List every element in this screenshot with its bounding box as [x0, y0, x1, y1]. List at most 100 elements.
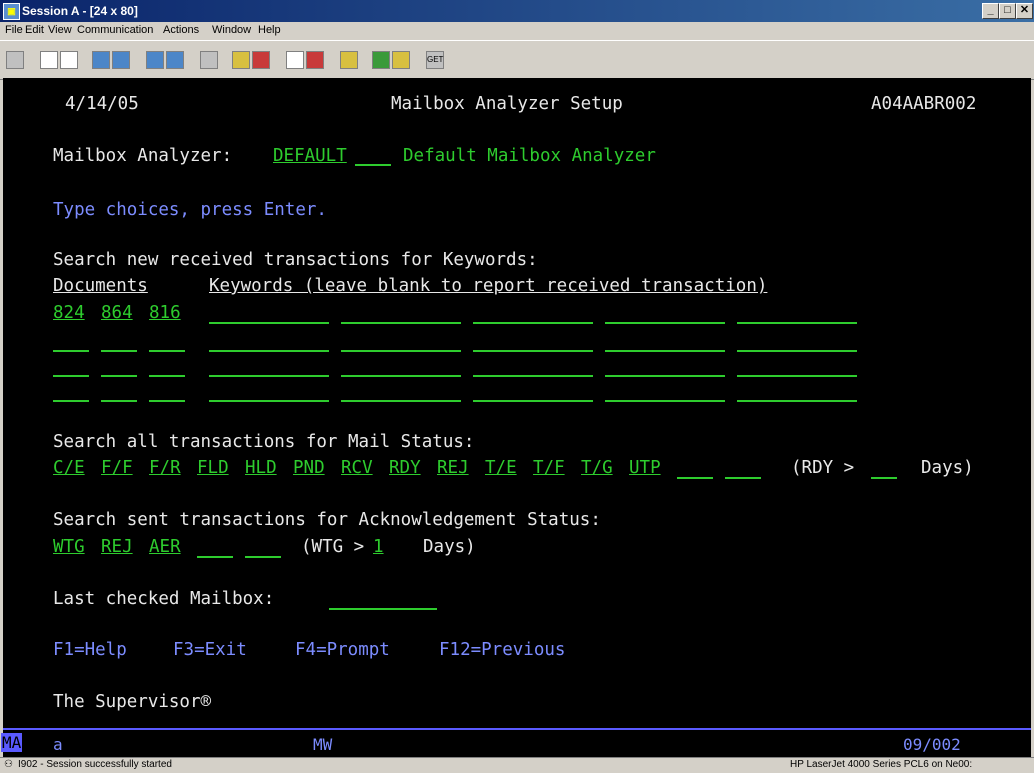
send-file-icon[interactable] [92, 51, 110, 69]
ack-status-field[interactable]: WTG [53, 537, 85, 557]
input-field[interactable] [245, 556, 281, 558]
cursor-position: 09/002 [903, 735, 961, 754]
mail-status-field[interactable]: RCV [341, 458, 373, 478]
mail-status-field[interactable]: UTP [629, 458, 661, 478]
mail-status-field[interactable]: RDY [389, 458, 421, 478]
mail-status-field[interactable]: HLD [245, 458, 277, 478]
input-field[interactable] [341, 400, 461, 402]
receive-file-icon[interactable] [112, 51, 130, 69]
mail-status-field[interactable]: T/G [581, 458, 613, 478]
input-field[interactable] [149, 350, 185, 352]
input-field[interactable] [53, 400, 89, 402]
close-button[interactable]: ✕ [1016, 3, 1033, 19]
display-icon[interactable] [146, 51, 164, 69]
instructions: Type choices, press Enter. [53, 200, 327, 220]
input-field[interactable] [737, 375, 857, 377]
settings-icon[interactable] [392, 51, 410, 69]
analyzer-input[interactable]: DEFAULT [273, 146, 347, 166]
f1-help[interactable]: F1=Help [53, 640, 127, 660]
edit-macro-icon[interactable] [306, 51, 324, 69]
wtg-days-input[interactable]: 1 [373, 537, 384, 557]
clipboard-icon[interactable] [340, 51, 358, 69]
input-field[interactable] [341, 322, 461, 324]
f4-prompt[interactable]: F4=Prompt [295, 640, 390, 660]
minimize-button[interactable]: _ [982, 3, 999, 19]
last-checked-label: Last checked Mailbox: [53, 589, 275, 609]
input-field[interactable] [737, 400, 857, 402]
input-field[interactable] [871, 477, 897, 479]
oia-mode: MA [1, 733, 23, 752]
document-field[interactable]: 864 [101, 303, 133, 323]
menu-help[interactable]: Help [258, 24, 281, 36]
menu-communication[interactable]: Communication [77, 24, 153, 36]
input-field[interactable] [209, 375, 329, 377]
input-field[interactable] [209, 350, 329, 352]
input-field[interactable] [101, 400, 137, 402]
copy-icon[interactable] [40, 51, 58, 69]
mail-status-field[interactable]: T/F [533, 458, 565, 478]
input-field[interactable] [605, 400, 725, 402]
input-field[interactable] [101, 375, 137, 377]
wtg-days-label: Days) [423, 537, 476, 557]
input-field[interactable] [149, 400, 185, 402]
paste-icon[interactable] [60, 51, 78, 69]
input-field[interactable] [605, 322, 725, 324]
printer-status: HP LaserJet 4000 Series PCL6 on Ne00: [790, 759, 973, 770]
ack-status-field[interactable]: REJ [101, 537, 133, 557]
window-title: Session A - [24 x 80] [22, 4, 138, 18]
keyboard-icon[interactable] [166, 51, 184, 69]
mail-status-field[interactable]: T/E [485, 458, 517, 478]
mail-status-field[interactable]: PND [293, 458, 325, 478]
input-field[interactable] [737, 322, 857, 324]
input-field[interactable] [677, 477, 713, 479]
stop-macro-icon[interactable] [252, 51, 270, 69]
input-field[interactable] [53, 350, 89, 352]
mail-status-field[interactable]: F/F [101, 458, 133, 478]
input-field[interactable] [605, 375, 725, 377]
menu-actions[interactable]: Actions [163, 24, 199, 36]
mail-status-field[interactable]: FLD [197, 458, 229, 478]
input-field[interactable] [725, 477, 761, 479]
document-field[interactable]: 816 [149, 303, 181, 323]
input-field[interactable] [329, 608, 437, 610]
analyzer-label: Mailbox Analyzer: [53, 146, 233, 166]
input-field[interactable] [737, 350, 857, 352]
ack-status-field[interactable]: AER [149, 537, 181, 557]
input-field[interactable] [473, 350, 593, 352]
mail-status-field[interactable]: REJ [437, 458, 469, 478]
document-field[interactable]: 824 [53, 303, 85, 323]
input-field[interactable] [341, 375, 461, 377]
menu-view[interactable]: View [48, 24, 72, 36]
print-screen-icon[interactable] [6, 51, 24, 69]
mail-status-field[interactable]: F/R [149, 458, 181, 478]
oia-mw: MW [313, 735, 333, 754]
record-macro-icon[interactable] [232, 51, 250, 69]
input-field[interactable] [473, 400, 593, 402]
f12-previous[interactable]: F12=Previous [439, 640, 565, 660]
menu-window[interactable]: Window [212, 24, 251, 36]
input-field[interactable] [101, 350, 137, 352]
maximize-button[interactable]: □ [999, 3, 1016, 19]
menu-edit[interactable]: Edit [25, 24, 44, 36]
input-field[interactable] [473, 375, 593, 377]
get-button[interactable]: GET [426, 51, 444, 69]
macro-icon[interactable] [200, 51, 218, 69]
mail-status-field[interactable]: C/E [53, 458, 85, 478]
input-field[interactable] [197, 556, 233, 558]
input-field[interactable] [473, 322, 593, 324]
input-field[interactable] [53, 375, 89, 377]
play-macro-icon[interactable] [286, 51, 304, 69]
app-icon[interactable]: ▣ [3, 3, 20, 20]
menu-file[interactable]: File [5, 24, 23, 36]
f3-exit[interactable]: F3=Exit [173, 640, 247, 660]
terminal-screen[interactable]: 4/14/05 Mailbox Analyzer Setup A04AABR00… [3, 78, 1031, 728]
input-field[interactable] [149, 375, 185, 377]
input-field[interactable] [209, 322, 329, 324]
keywords-header: Keywords (leave blank to report received… [209, 276, 768, 296]
window-titlebar[interactable]: ▣ Session A - [24 x 80] _ □ ✕ [0, 0, 1034, 22]
input-field[interactable] [341, 350, 461, 352]
status-bar: ⚇ I902 - Session successfully started HP… [0, 757, 1034, 773]
input-field[interactable] [605, 350, 725, 352]
network-icon[interactable] [372, 51, 390, 69]
input-field[interactable] [209, 400, 329, 402]
